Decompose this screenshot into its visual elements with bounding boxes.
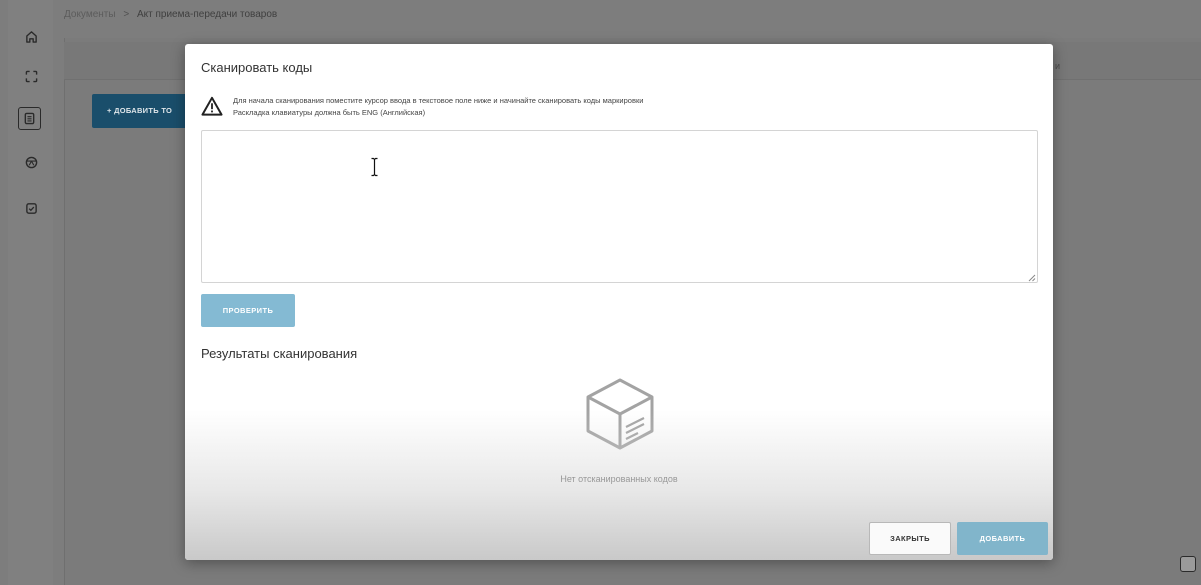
breadcrumb-separator: > — [123, 9, 130, 20]
box-icon[interactable] — [20, 151, 42, 173]
warning-triangle-icon — [201, 96, 223, 116]
text-cursor-icon — [371, 157, 378, 177]
warning-text-line1: Для начала сканирования поместите курсор… — [233, 96, 644, 105]
breadcrumb: Документы > Акт приема-передачи товаров — [64, 9, 277, 20]
check-button[interactable]: ПРОВЕРИТЬ — [201, 294, 295, 327]
header-label-fragment: и — [1055, 61, 1061, 71]
add-button[interactable]: ДОБАВИТЬ — [957, 522, 1048, 555]
empty-state-text: Нет отсканированных кодов — [560, 474, 678, 484]
breadcrumb-item-documents[interactable]: Документы — [64, 9, 116, 20]
close-button[interactable]: ЗАКРЫТЬ — [869, 522, 951, 555]
breadcrumb-item-current: Акт приема-передачи товаров — [136, 9, 278, 20]
fullscreen-icon[interactable] — [1180, 556, 1196, 572]
document-icon[interactable] — [18, 107, 41, 130]
warning-text-line2: Раскладка клавиатуры должна быть ENG (Ан… — [233, 108, 426, 117]
results-title: Результаты сканирования — [201, 346, 358, 361]
empty-box-icon — [586, 378, 654, 450]
scan-codes-modal: Сканировать коды Для начала сканирования… — [185, 44, 1053, 560]
add-goods-button[interactable]: + ДОБАВИТЬ ТО — [92, 94, 192, 128]
left-sidebar — [8, 0, 53, 585]
modal-title: Сканировать коды — [201, 60, 313, 75]
home-icon[interactable] — [20, 25, 42, 47]
resize-handle-icon[interactable] — [1028, 274, 1036, 282]
scan-codes-input[interactable] — [201, 130, 1038, 283]
checklist-icon[interactable] — [20, 197, 42, 219]
scan-frame-icon[interactable] — [20, 65, 42, 87]
